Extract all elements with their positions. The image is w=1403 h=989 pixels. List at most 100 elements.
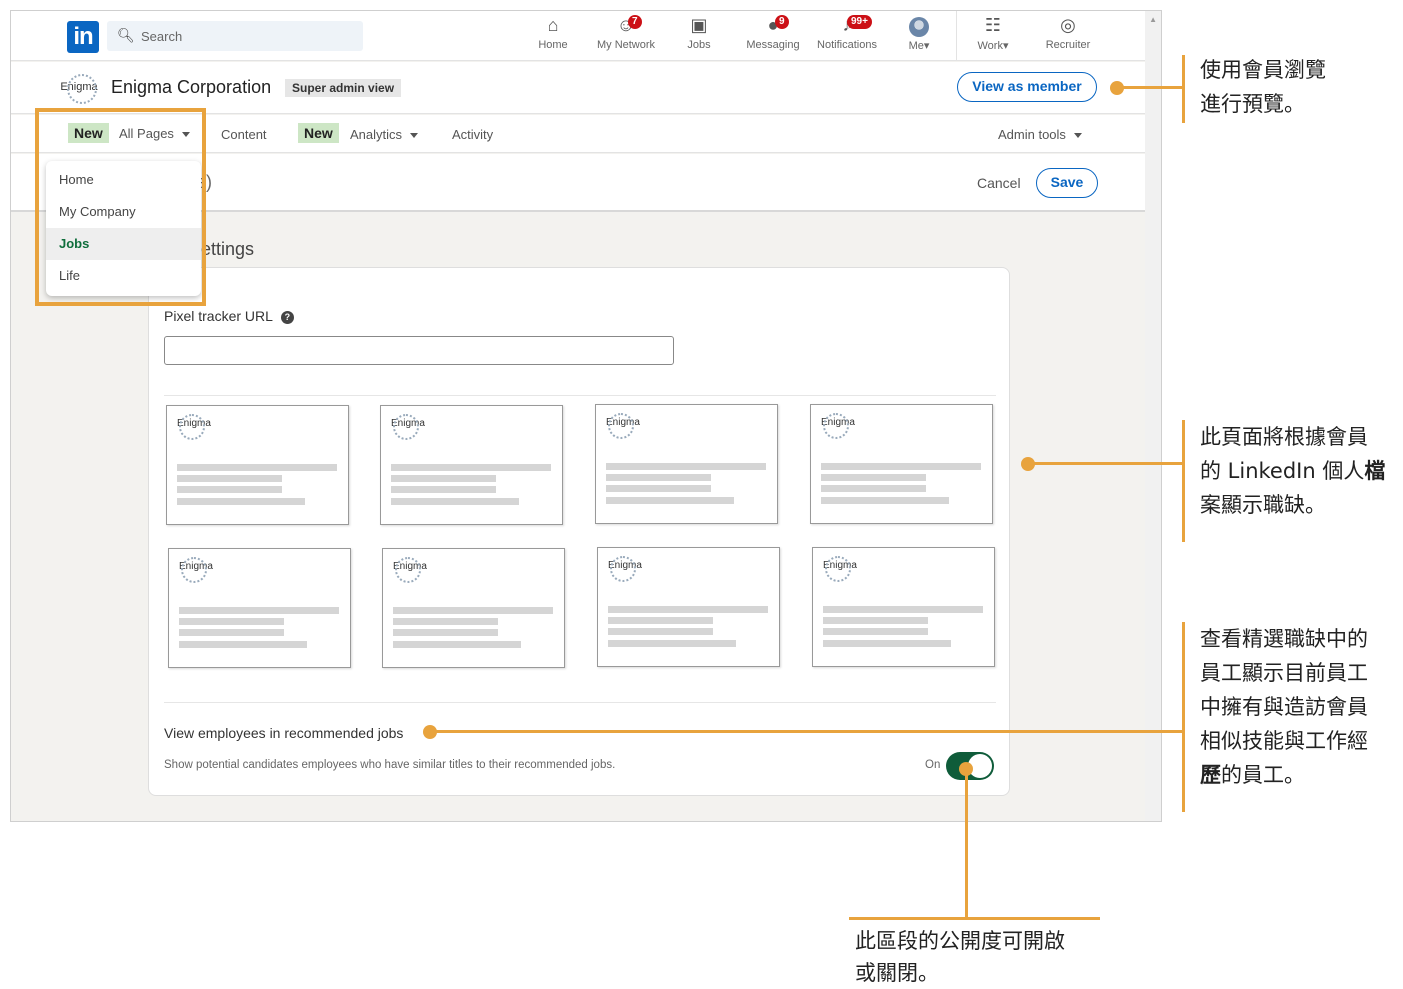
callout-text-fragment: 的 LinkedIn 個人: [1200, 459, 1365, 483]
messaging-icon: ● 9: [745, 15, 801, 39]
thumbnail-company-logo: Enigma: [823, 556, 857, 582]
chevron-down-icon: [1073, 133, 1082, 139]
placeholder-text-line: [606, 474, 711, 481]
nav-home-label: Home: [538, 39, 568, 51]
dropdown-highlight-box: [35, 108, 206, 306]
nav-jobs-label: Jobs: [687, 39, 711, 51]
thumbnail-company-logo: Enigma: [608, 556, 642, 582]
nav-messaging[interactable]: ● 9 Messaging: [745, 15, 801, 51]
nav-notifications[interactable]: ♪99+ Notifications: [815, 15, 879, 51]
nav-work[interactable]: ☷ Work▾: [971, 15, 1015, 52]
help-icon[interactable]: ?: [280, 310, 294, 324]
placeholder-text-line: [177, 486, 282, 493]
tab-analytics[interactable]: Analytics: [350, 127, 419, 142]
job-preview-thumbnail: Enigma: [810, 404, 993, 524]
search-input[interactable]: 🔍︎ Search: [107, 21, 363, 51]
company-logo: Enigma: [59, 72, 99, 104]
placeholder-text-line: [608, 628, 713, 635]
callout-employees: 查看精選職缺中的 員工顯示目前員工 中擁有與造訪會員 相似技能與工作經 歷的員工…: [1200, 622, 1368, 792]
admin-view-badge: Super admin view: [285, 79, 402, 97]
settings-card: Pixel tracker URL? Enigma Enigma Enigma Eni…: [148, 267, 1010, 796]
placeholder-text-line: [391, 464, 551, 471]
nav-notifications-label: Notifications: [817, 39, 877, 51]
placeholder-text-line: [821, 485, 926, 492]
callout-visibility: 此區段的公開度可開啟 或關閉。: [855, 925, 1065, 989]
placeholder-text-line: [606, 497, 734, 504]
nav-recruiter[interactable]: ◎ Recruiter: [1043, 15, 1093, 51]
messaging-badge: 9: [775, 15, 789, 29]
placeholder-text-line: [823, 640, 951, 647]
placeholder-text-line: [391, 486, 496, 493]
nav-home[interactable]: ⌂ Home: [531, 15, 575, 51]
callout-text-line: 使用會員瀏覽: [1200, 58, 1326, 82]
callout-bar-visibility: [849, 917, 1100, 920]
linkedin-logo-icon[interactable]: in: [67, 21, 99, 53]
placeholder-text-line: [179, 641, 307, 648]
divider: [164, 702, 996, 703]
nav-me-label: Me: [908, 40, 924, 52]
callout-text-line-mixed: 歷的員工。: [1200, 758, 1368, 792]
tab-admin-tools-label: Admin tools: [998, 127, 1066, 142]
new-tag: New: [298, 123, 339, 143]
placeholder-text-line: [823, 606, 983, 613]
callout-text-line: 或關閉。: [855, 961, 939, 985]
notifications-badge: 99+: [847, 15, 872, 29]
callout-text-line-mixed: 的 LinkedIn 個人檔: [1200, 454, 1385, 488]
chevron-down-icon: ▾: [923, 40, 930, 52]
placeholder-text-line: [393, 607, 553, 614]
nav-jobs[interactable]: ▣ Jobs: [679, 15, 719, 51]
placeholder-text-line: [393, 618, 498, 625]
avatar: [909, 17, 929, 37]
view-as-member-button[interactable]: View as member: [957, 72, 1097, 102]
callout-text-line: 進行預覽。: [1200, 92, 1305, 116]
callout-text-fragment: 的員工。: [1221, 763, 1305, 787]
job-preview-thumbnail: Enigma: [595, 404, 778, 524]
home-icon: ⌂: [547, 15, 559, 35]
callout-line-visibility: [965, 769, 968, 919]
nav-my-network[interactable]: ☺ 7 My Network: [595, 15, 657, 51]
network-badge: 7: [628, 15, 642, 29]
briefcase-icon: ▣: [690, 15, 708, 35]
placeholder-text-line: [821, 474, 926, 481]
placeholder-text-line: [177, 475, 282, 482]
nav-recruiter-label: Recruiter: [1045, 39, 1091, 51]
pixel-tracker-label: Pixel tracker URL?: [164, 308, 294, 324]
placeholder-text-line: [821, 463, 981, 470]
placeholder-text-line: [179, 629, 284, 636]
callout-text-line: 相似技能與工作經: [1200, 729, 1368, 753]
tab-admin-tools[interactable]: Admin tools: [998, 127, 1082, 142]
callout-bar-preview: [1182, 55, 1185, 123]
callout-text-line: 此區段的公開度可開啟: [855, 929, 1065, 953]
pixel-tracker-url-input[interactable]: [164, 336, 674, 365]
tab-activity[interactable]: Activity: [452, 127, 493, 142]
placeholder-text-line: [823, 628, 928, 635]
tab-content[interactable]: Content: [221, 127, 267, 142]
thumbnail-company-logo: Enigma: [179, 557, 213, 583]
placeholder-text-line: [179, 618, 284, 625]
placeholder-text-line: [606, 485, 711, 492]
save-button[interactable]: Save: [1036, 168, 1098, 198]
placeholder-text-line: [391, 475, 496, 482]
callout-preview: 使用會員瀏覽 進行預覽。: [1200, 53, 1326, 121]
callout-text-bold: 歷: [1200, 763, 1221, 787]
pixel-tracker-label-text: Pixel tracker URL: [164, 308, 273, 324]
callout-text-line: 查看精選職缺中的: [1200, 627, 1368, 651]
chevron-down-icon: [410, 133, 419, 139]
toggle-state-label: On: [925, 759, 941, 771]
search-icon: 🔍︎: [117, 27, 135, 43]
recruiter-icon: ◎: [1060, 15, 1076, 35]
thumbnail-company-logo: Enigma: [391, 414, 425, 440]
settings-heading: ettings: [201, 239, 255, 259]
placeholder-text-line: [177, 498, 305, 505]
nav-me[interactable]: Me▾: [901, 15, 937, 52]
employees-setting-label: View employees in recommended jobs: [164, 725, 404, 741]
scroll-up-icon[interactable]: ▲: [1149, 15, 1157, 24]
placeholder-text-line: [177, 464, 337, 471]
cancel-button[interactable]: Cancel: [977, 175, 1021, 191]
scrollbar[interactable]: ▲: [1145, 11, 1161, 821]
job-preview-thumbnail: Enigma: [382, 548, 565, 668]
callout-text-line: 此頁面將根據會員: [1200, 425, 1368, 449]
top-navigation: in 🔍︎ Search ⌂ Home ☺ 7 My Network ▣ Jobs…: [11, 11, 1145, 61]
job-preview-thumbnail: Enigma: [168, 548, 351, 668]
placeholder-text-line: [608, 640, 736, 647]
